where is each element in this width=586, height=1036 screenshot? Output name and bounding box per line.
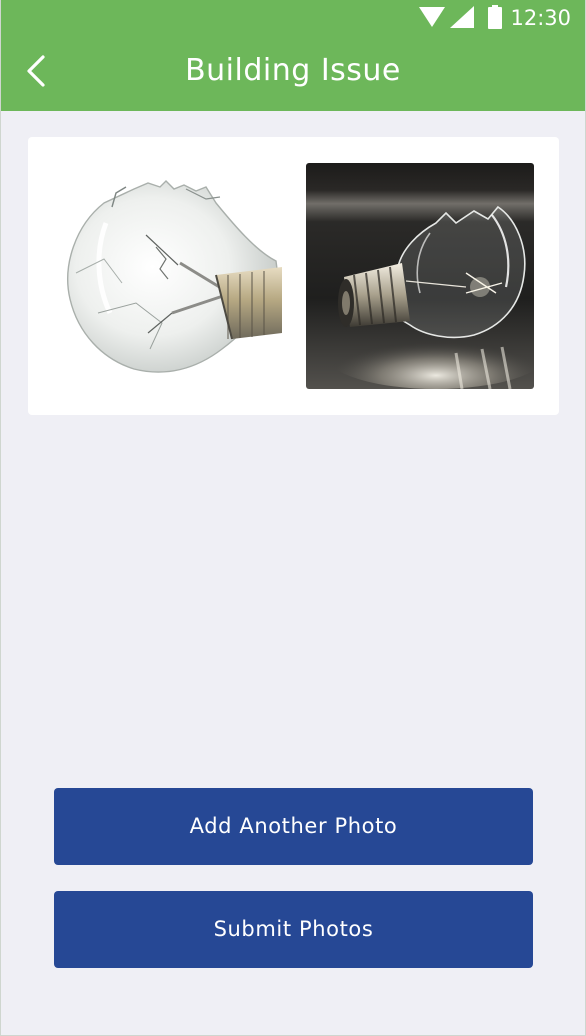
status-bar: 12:30 [1, 0, 585, 36]
wifi-icon [419, 7, 445, 27]
add-another-photo-button[interactable]: Add Another Photo [54, 788, 533, 865]
photo-gallery-card [28, 137, 559, 415]
battery-icon [488, 5, 502, 29]
page-title: Building Issue [185, 53, 401, 88]
cell-signal-icon [450, 6, 474, 28]
app-bar: 12:30 Building Issue [1, 0, 585, 111]
broken-bulb-image [67, 180, 282, 373]
photo-thumbnail-broken-bulb-dark[interactable] [306, 163, 534, 389]
photo-thumbnail-broken-bulb-light[interactable] [56, 163, 282, 389]
broken-bulb-dark-image [306, 163, 534, 389]
app-screen: 12:30 Building Issue Add Another Photo S… [1, 0, 585, 1035]
status-time: 12:30 [510, 6, 571, 30]
submit-photos-button[interactable]: Submit Photos [54, 891, 533, 968]
